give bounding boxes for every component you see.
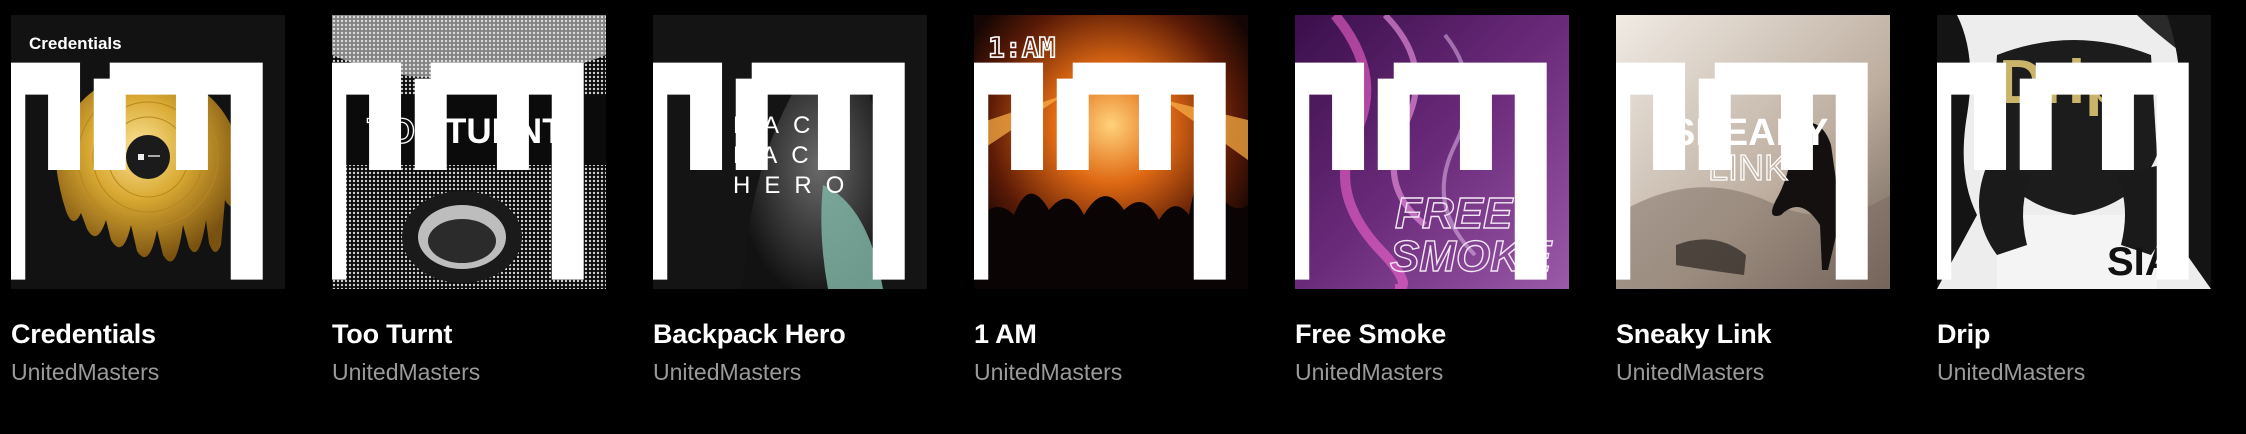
- playlist-cover[interactable]: FREE SMOKE: [1295, 15, 1569, 289]
- unitedmasters-logo-icon: [11, 62, 263, 280]
- playlist-title[interactable]: 1 AM: [974, 319, 1248, 350]
- playlist-card-credentials[interactable]: Credentials Credentials UnitedMasters: [11, 15, 285, 386]
- playlist-cover[interactable]: SIAI Drip: [1937, 15, 2211, 289]
- playlist-subtitle: UnitedMasters: [653, 359, 802, 385]
- playlist-subtitle: UnitedMasters: [974, 359, 1123, 385]
- playlist-title[interactable]: Sneaky Link: [1616, 319, 1890, 350]
- playlist-cover[interactable]: 1:AM: [974, 15, 1248, 289]
- playlist-card-too-turnt[interactable]: TOO TURNT Too Turnt UnitedMasters: [332, 15, 606, 386]
- playlist-card-free-smoke[interactable]: FREE SMOKE Free Smoke UnitedMasters: [1295, 15, 1569, 386]
- unitedmasters-logo-icon: [1937, 62, 2189, 280]
- playlist-title[interactable]: Too Turnt: [332, 319, 606, 350]
- playlist-card-sneaky-link[interactable]: SNEAKY LINK Sneaky Link UnitedMasters: [1616, 15, 1890, 386]
- playlist-title[interactable]: Credentials: [11, 319, 285, 350]
- playlist-card-drip[interactable]: SIAI Drip Drip UnitedMasters: [1937, 15, 2211, 386]
- playlist-cover[interactable]: BACK PACK HERO: [653, 15, 927, 289]
- playlist-card-backpack-hero[interactable]: BACK PACK HERO Backpack Hero UnitedMaste…: [653, 15, 927, 386]
- playlist-cover[interactable]: SNEAKY LINK: [1616, 15, 1890, 289]
- playlist-subtitle: UnitedMasters: [1295, 359, 1444, 385]
- unitedmasters-logo-icon: [1616, 62, 1868, 280]
- playlist-subtitle: UnitedMasters: [11, 359, 160, 385]
- playlist-subtitle: UnitedMasters: [332, 359, 481, 385]
- playlist-cover[interactable]: Credentials: [11, 15, 285, 289]
- playlist-title[interactable]: Free Smoke: [1295, 319, 1569, 350]
- unitedmasters-logo-icon: [1295, 62, 1547, 280]
- unitedmasters-logo-icon: [974, 62, 1226, 280]
- playlist-title[interactable]: Backpack Hero: [653, 319, 927, 350]
- playlist-row: Credentials Credentials UnitedMasters TO…: [11, 15, 2211, 386]
- playlist-card-1-am[interactable]: 1:AM 1 AM UnitedMasters: [974, 15, 1248, 386]
- playlist-cover[interactable]: TOO TURNT: [332, 15, 606, 289]
- playlist-title[interactable]: Drip: [1937, 319, 2211, 350]
- playlist-subtitle: UnitedMasters: [1616, 359, 1765, 385]
- unitedmasters-logo-icon: [332, 62, 584, 280]
- playlist-subtitle: UnitedMasters: [1937, 359, 2086, 385]
- unitedmasters-logo-icon: [653, 62, 905, 280]
